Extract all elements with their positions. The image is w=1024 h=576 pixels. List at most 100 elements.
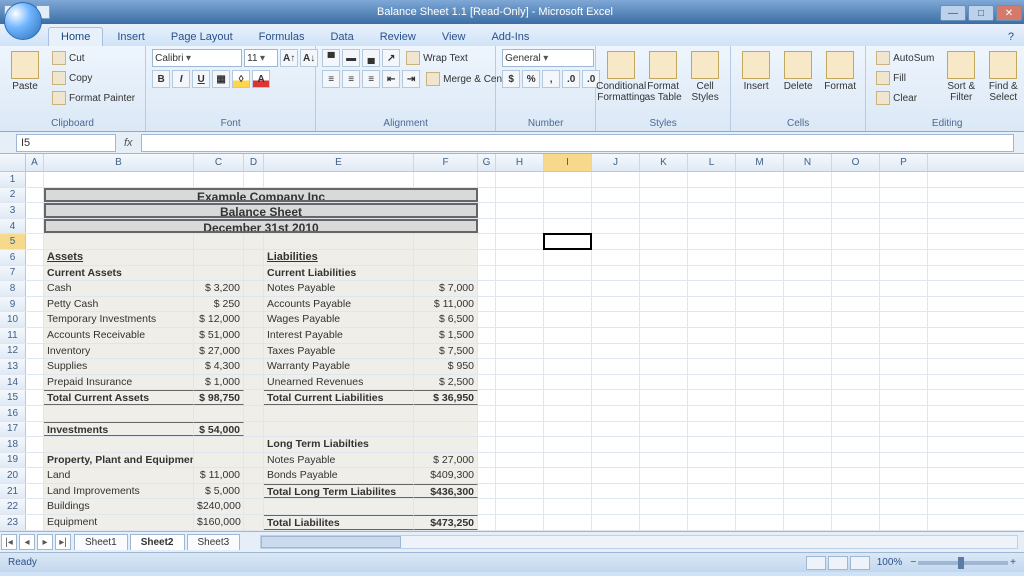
cell-A20[interactable] xyxy=(26,468,44,483)
cell-N10[interactable] xyxy=(784,312,832,327)
cell-D17[interactable] xyxy=(244,422,264,437)
cell-G7[interactable] xyxy=(478,266,496,281)
cell-G19[interactable] xyxy=(478,453,496,468)
tab-review[interactable]: Review xyxy=(368,28,428,46)
cell-C8[interactable]: $ 3,200 xyxy=(194,281,244,296)
cell-O23[interactable] xyxy=(832,515,880,530)
cell-H20[interactable] xyxy=(496,468,544,483)
tab-nav-prev[interactable]: ◂ xyxy=(19,534,35,550)
cell-D22[interactable] xyxy=(244,499,264,514)
select-all-corner[interactable] xyxy=(0,154,26,171)
cell-I14[interactable] xyxy=(544,375,592,390)
cell-G11[interactable] xyxy=(478,328,496,343)
col-header-L[interactable]: L xyxy=(688,154,736,171)
delete-cells-button[interactable]: Delete xyxy=(779,49,817,109)
cell-D14[interactable] xyxy=(244,375,264,390)
cell-H6[interactable] xyxy=(496,250,544,265)
cell-F13[interactable]: $ 950 xyxy=(414,359,478,374)
cell-H21[interactable] xyxy=(496,484,544,499)
cell-P9[interactable] xyxy=(880,297,928,312)
cell-M20[interactable] xyxy=(736,468,784,483)
cell-I1[interactable] xyxy=(544,172,592,187)
cell-I6[interactable] xyxy=(544,250,592,265)
cell-B5[interactable] xyxy=(44,234,194,249)
cell-B11[interactable]: Accounts Receivable xyxy=(44,328,194,343)
cell-B13[interactable]: Supplies xyxy=(44,359,194,374)
cell-M16[interactable] xyxy=(736,406,784,421)
cell-C9[interactable]: $ 250 xyxy=(194,297,244,312)
cell-G5[interactable] xyxy=(478,234,496,249)
cell-D7[interactable] xyxy=(244,266,264,281)
row-header-3[interactable]: 3 xyxy=(0,203,26,218)
cell-O19[interactable] xyxy=(832,453,880,468)
cell-E19[interactable]: Notes Payable xyxy=(264,453,414,468)
cell-O7[interactable] xyxy=(832,266,880,281)
cell-K22[interactable] xyxy=(640,499,688,514)
align-middle[interactable]: ▬ xyxy=(342,49,360,67)
sort-filter-button[interactable]: Sort & Filter xyxy=(942,49,980,109)
cell-C6[interactable] xyxy=(194,250,244,265)
cell-L10[interactable] xyxy=(688,312,736,327)
cell-A7[interactable] xyxy=(26,266,44,281)
cell-I17[interactable] xyxy=(544,422,592,437)
cell-N12[interactable] xyxy=(784,344,832,359)
cell-M21[interactable] xyxy=(736,484,784,499)
cell-J12[interactable] xyxy=(592,344,640,359)
row-header-4[interactable]: 4 xyxy=(0,219,26,234)
sheet-tab-1[interactable]: Sheet1 xyxy=(74,534,128,550)
cell-G23[interactable] xyxy=(478,515,496,530)
fill-button[interactable]: Fill xyxy=(872,69,938,87)
cell-I9[interactable] xyxy=(544,297,592,312)
cell-I21[interactable] xyxy=(544,484,592,499)
cell-P2[interactable] xyxy=(880,188,928,203)
cell-P6[interactable] xyxy=(880,250,928,265)
formula-input[interactable] xyxy=(141,134,1014,152)
cell-O13[interactable] xyxy=(832,359,880,374)
tab-nav-last[interactable]: ▸| xyxy=(55,534,71,550)
row-header-8[interactable]: 8 xyxy=(0,281,26,296)
cell-A11[interactable] xyxy=(26,328,44,343)
cell-F8[interactable]: $ 7,000 xyxy=(414,281,478,296)
cell-B3[interactable]: Balance Sheet xyxy=(44,203,478,218)
cell-D8[interactable] xyxy=(244,281,264,296)
cell-K12[interactable] xyxy=(640,344,688,359)
row-header-10[interactable]: 10 xyxy=(0,312,26,327)
cell-J5[interactable] xyxy=(592,234,640,249)
sheet-tab-3[interactable]: Sheet3 xyxy=(187,534,241,550)
cell-I3[interactable] xyxy=(544,203,592,218)
cell-F16[interactable] xyxy=(414,406,478,421)
cell-I11[interactable] xyxy=(544,328,592,343)
cell-I13[interactable] xyxy=(544,359,592,374)
cell-P17[interactable] xyxy=(880,422,928,437)
cell-C11[interactable]: $ 51,000 xyxy=(194,328,244,343)
worksheet[interactable]: ABCDEFGHIJKLMNOP 12Example Company Inc3B… xyxy=(0,154,1024,532)
cell-O12[interactable] xyxy=(832,344,880,359)
cell-J22[interactable] xyxy=(592,499,640,514)
cell-E15[interactable]: Total Current Liabilities xyxy=(264,390,414,405)
cell-M6[interactable] xyxy=(736,250,784,265)
number-format-combo[interactable]: General▾ xyxy=(502,49,594,67)
maximize-button[interactable]: □ xyxy=(968,5,994,21)
cell-D15[interactable] xyxy=(244,390,264,405)
cell-A4[interactable] xyxy=(26,219,44,234)
cell-K18[interactable] xyxy=(640,437,688,452)
cell-I22[interactable] xyxy=(544,499,592,514)
autosum-button[interactable]: AutoSum xyxy=(872,49,938,67)
cell-G13[interactable] xyxy=(478,359,496,374)
insert-cells-button[interactable]: Insert xyxy=(737,49,775,109)
cell-O15[interactable] xyxy=(832,390,880,405)
cell-L12[interactable] xyxy=(688,344,736,359)
cell-N18[interactable] xyxy=(784,437,832,452)
cell-B23[interactable]: Equipment xyxy=(44,515,194,530)
cell-A19[interactable] xyxy=(26,453,44,468)
bold-button[interactable]: B xyxy=(152,70,170,88)
align-left[interactable]: ≡ xyxy=(322,70,340,88)
col-header-J[interactable]: J xyxy=(592,154,640,171)
row-header-15[interactable]: 15 xyxy=(0,390,26,405)
cell-A9[interactable] xyxy=(26,297,44,312)
cell-L21[interactable] xyxy=(688,484,736,499)
cell-P23[interactable] xyxy=(880,515,928,530)
cell-P22[interactable] xyxy=(880,499,928,514)
cell-I8[interactable] xyxy=(544,281,592,296)
cell-L5[interactable] xyxy=(688,234,736,249)
